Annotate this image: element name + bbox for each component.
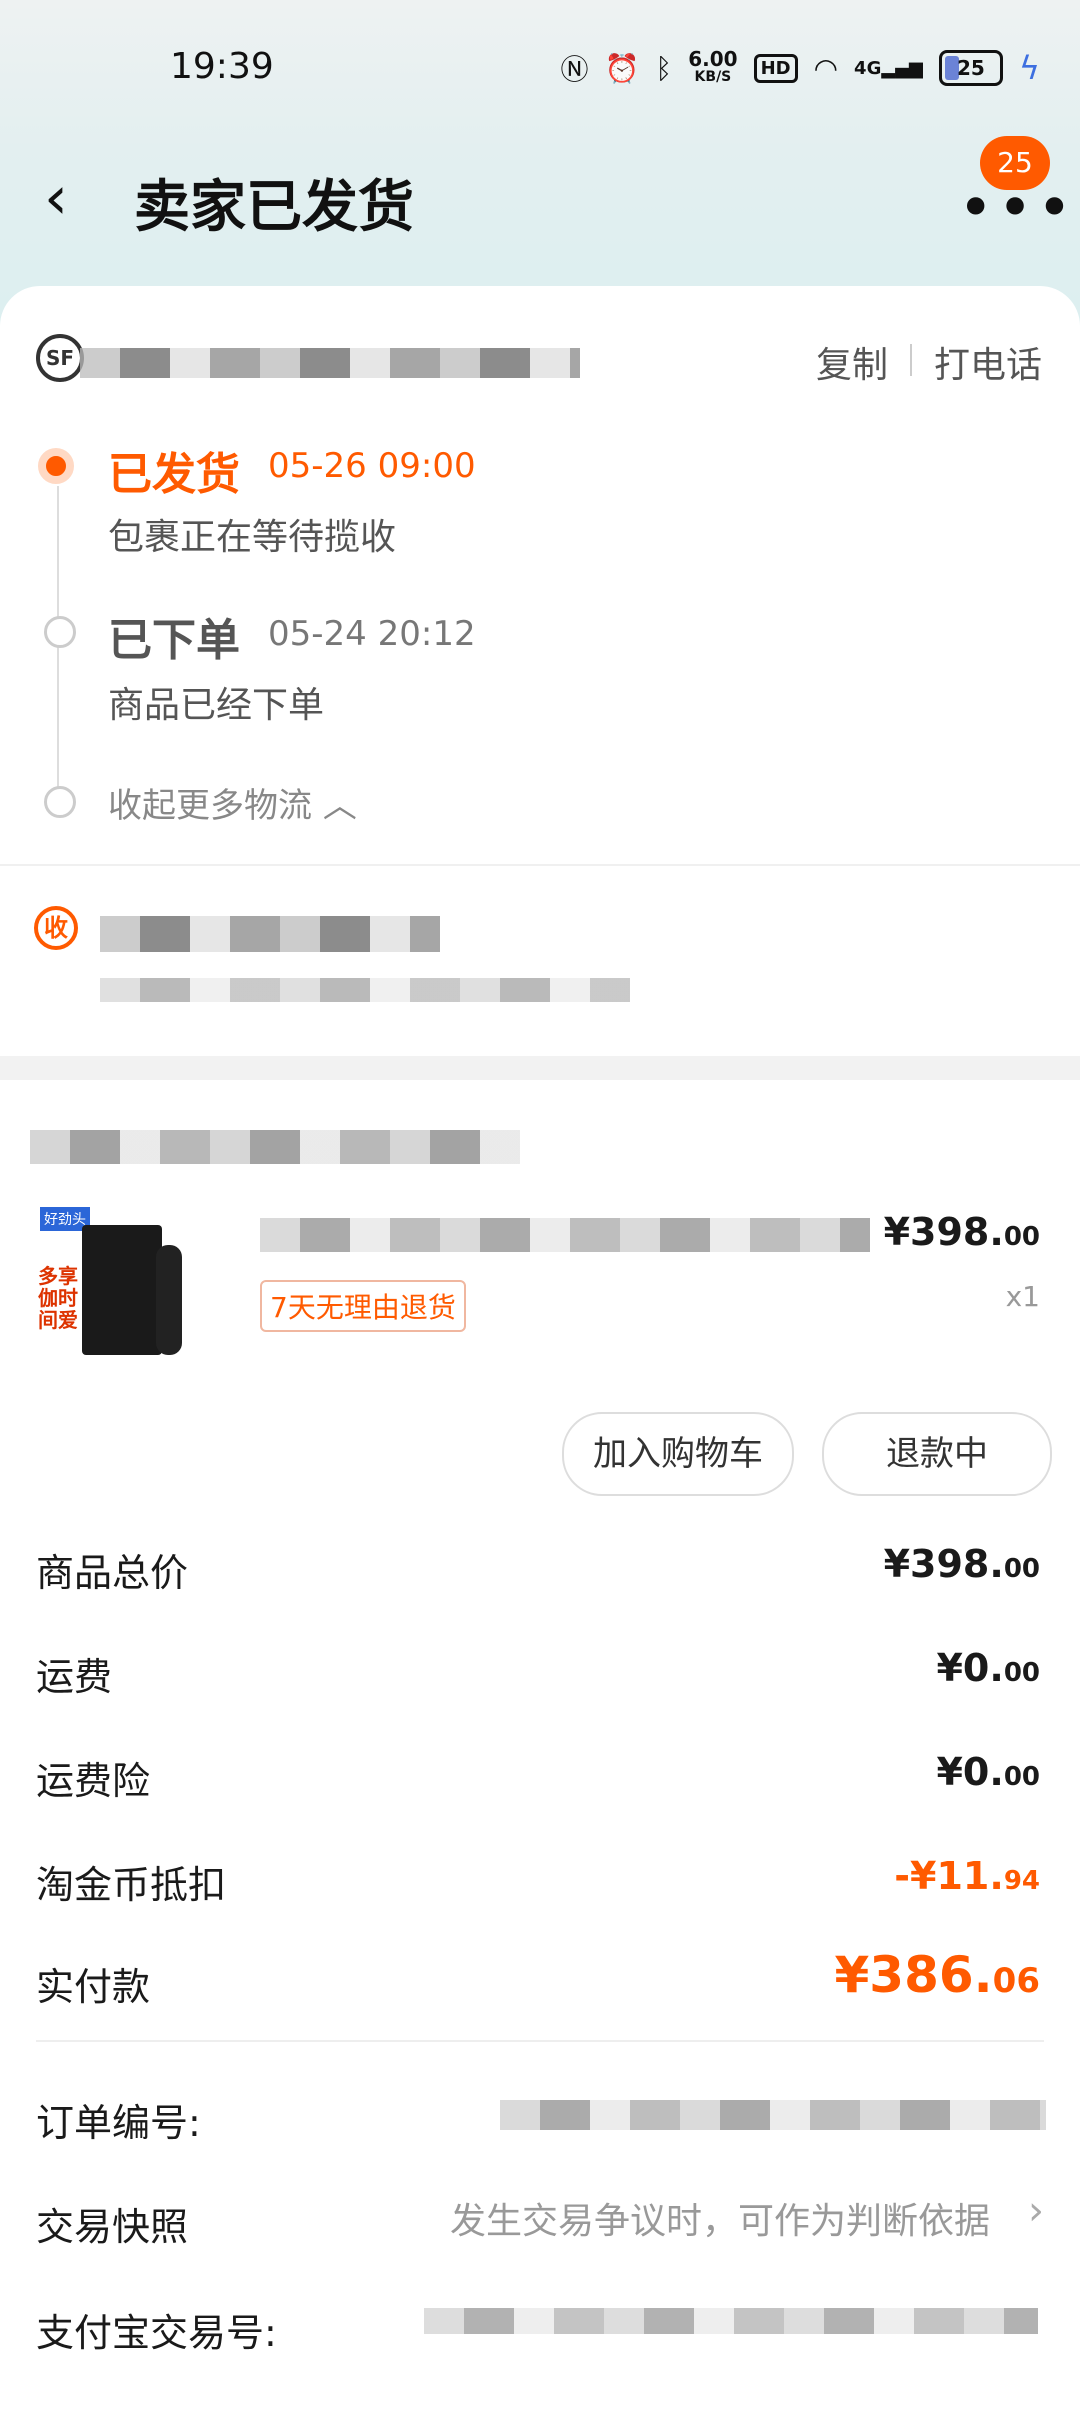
alarm-icon: ⏰ (604, 51, 640, 85)
product-title-redacted[interactable] (260, 1218, 870, 1252)
message-badge[interactable]: 25 (980, 136, 1050, 190)
timeline-dot (44, 616, 76, 648)
product-quantity: x1 (1005, 1280, 1040, 1313)
wifi-icon: ◠ (813, 51, 839, 85)
paid-amount: ¥386.06 (835, 1946, 1040, 2004)
sf-express-icon: SF (36, 334, 84, 382)
chevron-up-icon: ︿ (322, 786, 357, 826)
summary-label: 运费 (36, 1655, 113, 1699)
collapse-label: 收起更多物流 (108, 786, 312, 826)
collapse-logistics-button[interactable]: 收起更多物流 ︿ (108, 778, 357, 827)
page-title: 卖家已发货 (134, 175, 414, 240)
section-gap (0, 1056, 1080, 1080)
divider (36, 2040, 1044, 2042)
amount-int: -¥11. (894, 1854, 1004, 1898)
step-title: 已发货 (108, 449, 240, 500)
product-image[interactable]: 好劲头 多享伽时间爱 (36, 1205, 216, 1385)
summary-amount: ¥0.00 (936, 1750, 1040, 1794)
product-price: ¥398.00 (884, 1210, 1040, 1254)
summary-label: 商品总价 (36, 1551, 189, 1595)
divider (0, 864, 1080, 866)
amount-dec: 00 (1003, 1762, 1040, 1792)
order-number-redacted (500, 2100, 1046, 2130)
step-title: 已下单 (108, 615, 240, 666)
hd-icon: HD (753, 53, 798, 83)
amount-dec: 00 (1003, 1554, 1040, 1584)
product-image-text: 多享伽时间爱 (38, 1264, 78, 1332)
receiver-name-redacted (100, 916, 440, 952)
amount-int: ¥0. (936, 1646, 1004, 1690)
amount-int: ¥386. (834, 1946, 993, 2004)
call-button[interactable]: 打电话 (934, 336, 1042, 388)
net-speed-value: 6.00 (688, 47, 738, 71)
battery-level: 25 (956, 56, 985, 80)
timeline-dot (44, 786, 76, 818)
order-number-label: 订单编号: (36, 2101, 201, 2145)
summary-label: 运费险 (36, 1759, 151, 1803)
more-menu-button[interactable]: ••• (958, 178, 1076, 238)
product-price-int: ¥398. (883, 1210, 1004, 1254)
step-desc: 商品已经下单 (108, 685, 325, 726)
summary-amount: -¥11.94 (894, 1854, 1040, 1898)
snapshot-label: 交易快照 (36, 2205, 189, 2249)
product-price-dec: 00 (1003, 1222, 1040, 1252)
amount-dec: 06 (992, 1961, 1040, 2001)
page-header: ‹ 卖家已发货 ••• 25 (0, 136, 1080, 270)
net-type: 4G (854, 57, 882, 79)
snapshot-link[interactable]: 发生交易争议时，可作为判断依据 (450, 2192, 990, 2244)
net-speed: 6.00 KB/S (688, 47, 738, 86)
summary-label: 淘金币抵扣 (36, 1863, 227, 1907)
timeline-dot-active (38, 448, 74, 484)
alipay-number-redacted (424, 2308, 1038, 2334)
bluetooth-icon: ᛒ (655, 51, 673, 85)
status-icons: Ⓝ ⏰ ᛒ 6.00 KB/S HD ◠ 4G▂▄▆ 25 ϟ (561, 48, 1040, 88)
step-desc: 包裹正在等待揽收 (108, 517, 397, 558)
step-time: 05-26 09:00 (268, 446, 476, 486)
logistics-card: SF 复制 打电话 已发货 05-26 09:00 包裹正在等待揽收 已下单 0… (0, 286, 1080, 1056)
amount-int: ¥0. (936, 1750, 1004, 1794)
chevron-right-icon[interactable]: › (1028, 2188, 1044, 2234)
signal-icon: 4G▂▄▆ (854, 57, 923, 79)
product-box (82, 1225, 162, 1355)
summary-amount: ¥0.00 (936, 1646, 1040, 1690)
receiver-address-redacted (100, 978, 630, 1002)
amount-dec: 00 (1003, 1658, 1040, 1688)
summary-amount: ¥398.00 (884, 1542, 1040, 1586)
order-card: 好劲头 多享伽时间爱 ¥398.00 x1 7天无理由退货 加入购物车 退款中 … (0, 1080, 1080, 2412)
summary-label: 实付款 (36, 1965, 151, 2009)
refund-status-button[interactable]: 退款中 (822, 1412, 1052, 1496)
add-to-cart-button[interactable]: 加入购物车 (562, 1412, 794, 1496)
status-bar: 19:39 Ⓝ ⏰ ᛒ 6.00 KB/S HD ◠ 4G▂▄▆ 25 ϟ (0, 0, 1080, 140)
return-policy-tag: 7天无理由退货 (260, 1280, 466, 1332)
amount-int: ¥398. (883, 1542, 1004, 1586)
shop-name-redacted[interactable] (30, 1130, 520, 1164)
copy-button[interactable]: 复制 (816, 336, 888, 388)
status-time: 19:39 (170, 46, 274, 87)
charging-icon: ϟ (1018, 49, 1040, 87)
product-bottle (156, 1245, 182, 1355)
receiver-icon: 收 (34, 906, 78, 950)
tracking-number-redacted (80, 348, 580, 378)
battery-icon: 25 (938, 50, 1003, 86)
net-speed-unit: KB/S (694, 69, 732, 85)
amount-dec: 94 (1003, 1866, 1040, 1896)
back-button[interactable]: ‹ (44, 168, 88, 228)
step-time: 05-24 20:12 (268, 614, 476, 654)
divider (910, 344, 912, 376)
nfc-icon: Ⓝ (560, 53, 589, 86)
alipay-number-label: 支付宝交易号: (36, 2311, 277, 2355)
